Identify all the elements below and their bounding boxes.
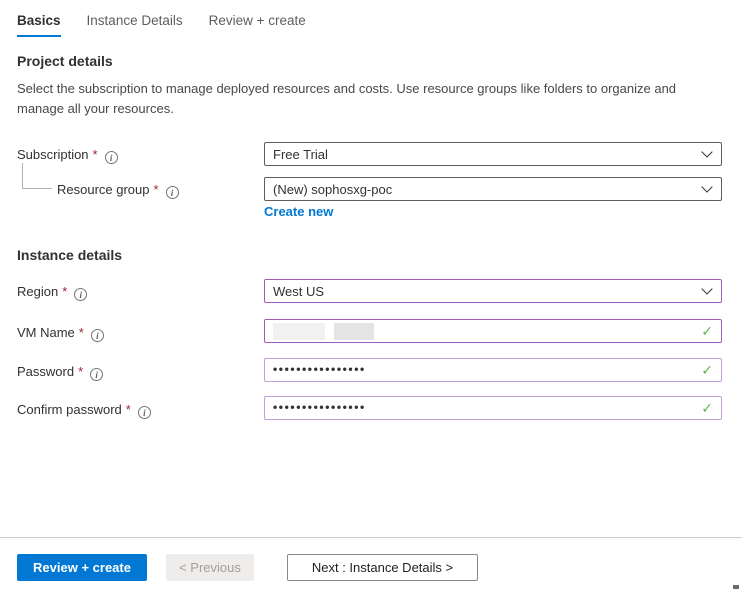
- tab-instance-details[interactable]: Instance Details: [87, 13, 183, 37]
- confirm-password-masked-value: ••••••••••••••••: [273, 400, 701, 414]
- valid-check-icon: ✓: [701, 362, 713, 379]
- previous-button[interactable]: < Previous: [166, 554, 254, 581]
- confirm-password-label: Confirm password * i: [17, 402, 151, 419]
- tab-review-create[interactable]: Review + create: [209, 13, 306, 37]
- vm-name-redacted-value: [273, 323, 701, 340]
- vm-name-label-text: VM Name: [17, 325, 75, 340]
- resource-group-label: Resource group * i: [57, 182, 179, 199]
- tab-basics[interactable]: Basics: [17, 13, 61, 37]
- required-asterisk: *: [93, 147, 98, 162]
- info-icon[interactable]: i: [90, 368, 103, 381]
- next-instance-details-button[interactable]: Next : Instance Details >: [287, 554, 478, 581]
- chevron-down-icon: [701, 283, 712, 294]
- region-value: West US: [273, 284, 703, 299]
- subscription-label-text: Subscription: [17, 147, 89, 162]
- info-icon[interactable]: i: [91, 329, 104, 342]
- valid-check-icon: ✓: [701, 400, 713, 417]
- footer-divider: [0, 537, 742, 538]
- resource-group-label-text: Resource group: [57, 182, 150, 197]
- instance-details-heading: Instance details: [17, 247, 122, 263]
- required-asterisk: *: [79, 325, 84, 340]
- region-label: Region * i: [17, 284, 87, 301]
- confirm-password-label-text: Confirm password: [17, 402, 122, 417]
- vm-name-input[interactable]: ✓: [264, 319, 722, 343]
- subscription-value: Free Trial: [273, 147, 703, 162]
- subscription-dropdown[interactable]: Free Trial: [264, 142, 722, 166]
- subscription-label: Subscription * i: [17, 147, 118, 164]
- region-label-text: Region: [17, 284, 58, 299]
- create-new-link[interactable]: Create new: [264, 204, 333, 219]
- redaction-block: [334, 323, 374, 340]
- corner-artifact: [733, 585, 739, 589]
- redaction-block: [273, 323, 325, 340]
- info-icon[interactable]: i: [166, 186, 179, 199]
- info-icon[interactable]: i: [105, 151, 118, 164]
- review-create-button[interactable]: Review + create: [17, 554, 147, 581]
- required-asterisk: *: [78, 364, 83, 379]
- resource-group-dropdown[interactable]: (New) sophosxg-poc: [264, 177, 722, 201]
- password-input[interactable]: •••••••••••••••• ✓: [264, 358, 722, 382]
- required-asterisk: *: [154, 182, 159, 197]
- confirm-password-input[interactable]: •••••••••••••••• ✓: [264, 396, 722, 420]
- password-label: Password * i: [17, 364, 103, 381]
- resource-group-connector-line: [22, 163, 52, 189]
- project-details-description: Select the subscription to manage deploy…: [17, 79, 715, 118]
- resource-group-value: (New) sophosxg-poc: [273, 182, 703, 197]
- project-details-heading: Project details: [17, 53, 113, 69]
- password-label-text: Password: [17, 364, 74, 379]
- wizard-tabs: Basics Instance Details Review + create: [17, 13, 306, 37]
- info-icon[interactable]: i: [138, 406, 151, 419]
- chevron-down-icon: [701, 181, 712, 192]
- required-asterisk: *: [62, 284, 67, 299]
- vm-name-label: VM Name * i: [17, 325, 104, 342]
- required-asterisk: *: [126, 402, 131, 417]
- password-masked-value: ••••••••••••••••: [273, 362, 701, 376]
- region-dropdown[interactable]: West US: [264, 279, 722, 303]
- valid-check-icon: ✓: [701, 323, 713, 340]
- info-icon[interactable]: i: [74, 288, 87, 301]
- chevron-down-icon: [701, 146, 712, 157]
